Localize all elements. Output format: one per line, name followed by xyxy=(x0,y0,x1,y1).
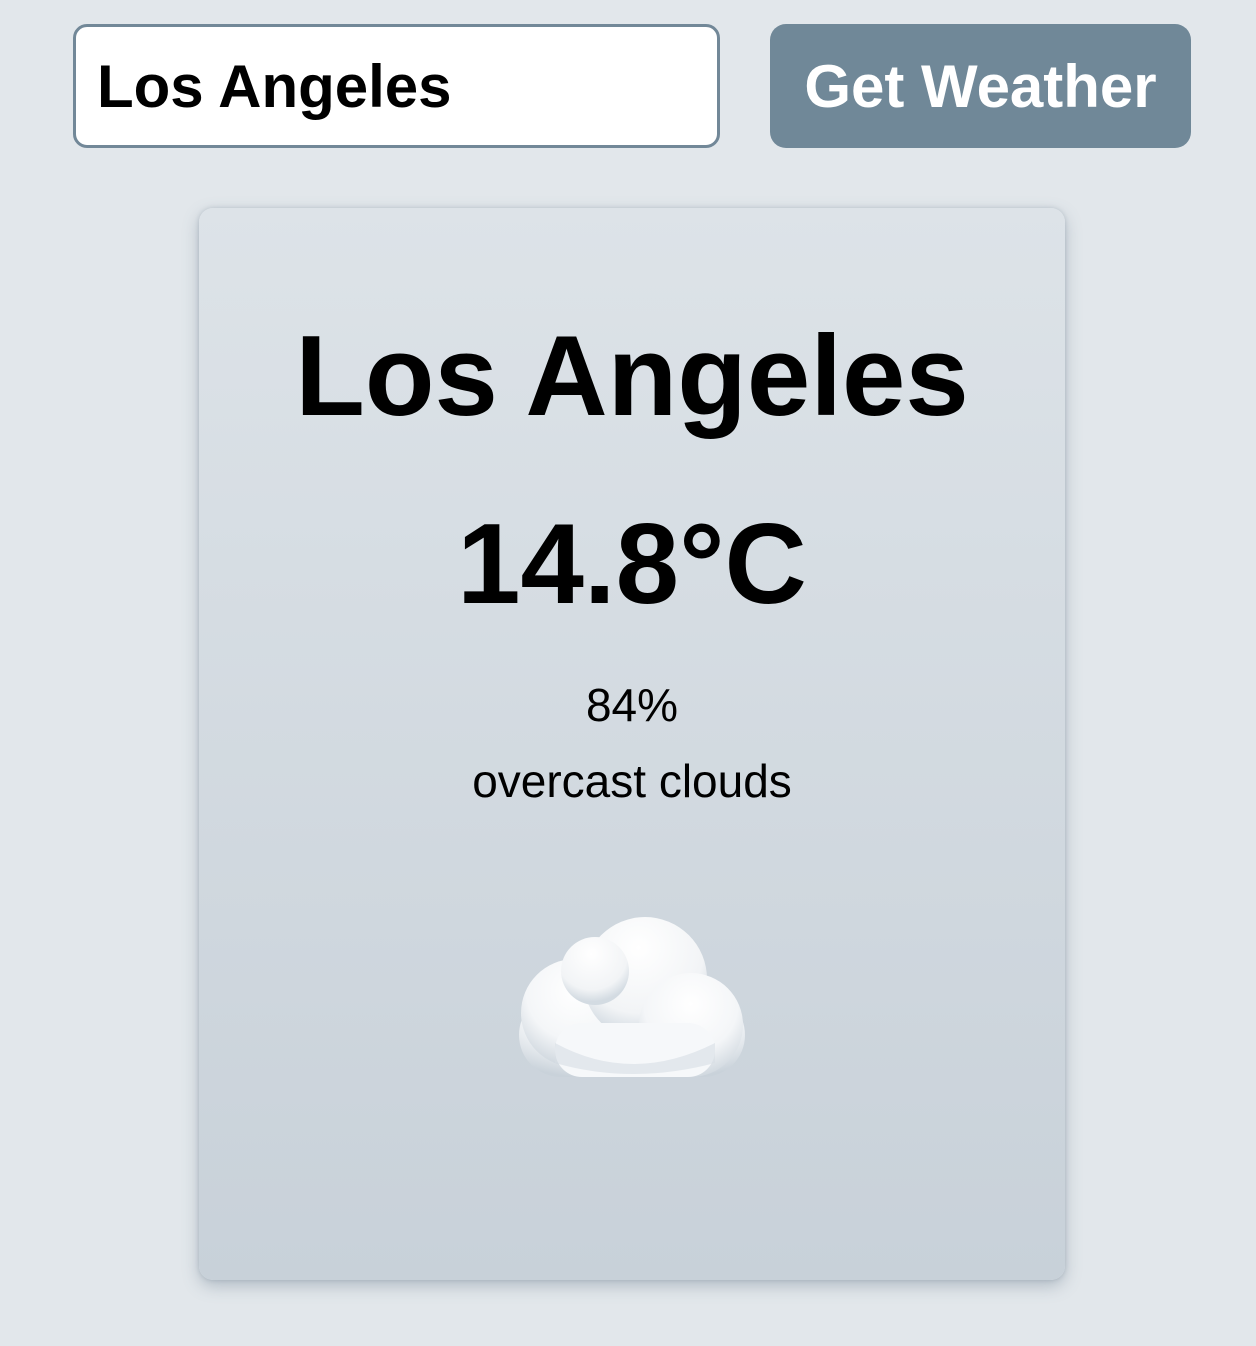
city-name: Los Angeles xyxy=(295,313,969,440)
cloud-icon xyxy=(519,917,745,1077)
humidity: 84% xyxy=(585,679,679,731)
get-weather-button[interactable]: Get Weather xyxy=(770,24,1191,148)
weather-description: overcast clouds xyxy=(472,755,792,807)
weather-card: Los Angeles 14.8°C 84% overcast clouds xyxy=(199,208,1065,1280)
temperature: 14.8°C xyxy=(457,501,807,628)
city-search-input[interactable] xyxy=(73,24,720,148)
